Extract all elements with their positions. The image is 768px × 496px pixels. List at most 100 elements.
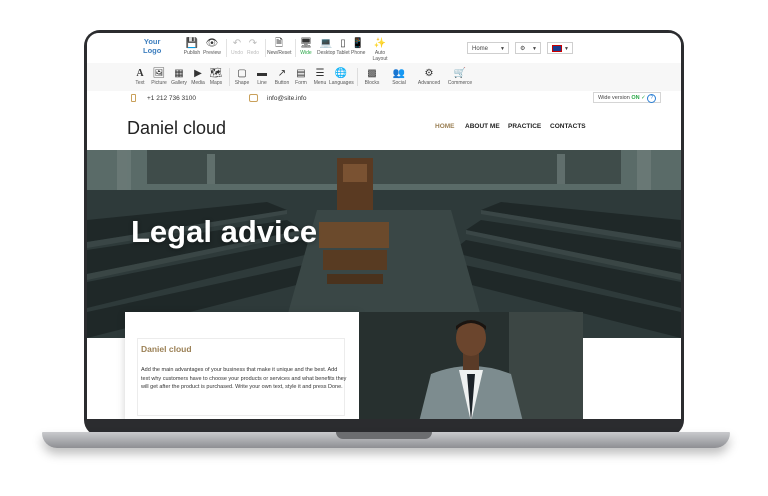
wide-view-button[interactable]: 🖥 Wide — [299, 38, 313, 56]
tool-label: Shape — [234, 80, 250, 86]
nav-practice[interactable]: PRACTICE — [508, 123, 541, 130]
divider — [226, 39, 227, 57]
sitemap-icon: ☰ — [315, 68, 325, 79]
tool-label: Form — [295, 80, 307, 86]
desktop-view-button[interactable]: 💻 Desktop — [317, 38, 335, 56]
chevron-down-icon: ▼ — [564, 46, 569, 52]
chevron-down-icon: ▼ — [532, 46, 537, 52]
divider — [295, 39, 296, 57]
eye-icon: 👁 — [205, 38, 219, 49]
language-dropdown[interactable]: ▼ — [547, 42, 573, 54]
undo-label: Undo — [231, 50, 243, 56]
tool-label: Text — [135, 80, 145, 86]
editor-logo[interactable]: Your Logo — [143, 37, 161, 55]
check-icon: ✓ — [641, 95, 646, 101]
site-phone[interactable]: +1 212 736 3100 — [147, 95, 196, 103]
wide-version-label: Wide version — [598, 95, 630, 101]
tool-label: Button — [274, 80, 290, 86]
nav-about-me[interactable]: ABOUT ME — [465, 123, 500, 130]
tool-social[interactable]: 👥 Social — [389, 68, 409, 86]
new-reset-button[interactable]: 🗎 New/Reset — [267, 38, 291, 56]
tool-label: Menu — [313, 80, 327, 86]
man-in-suit-image — [359, 312, 583, 419]
page-select[interactable]: Home ▼ — [467, 42, 509, 54]
divider — [357, 68, 358, 86]
tablet-icon: ▯ — [340, 38, 346, 49]
redo-label: Redo — [247, 50, 259, 56]
envelope-icon — [249, 94, 258, 102]
tool-maps[interactable]: 🗺 Maps — [207, 68, 225, 86]
blocks-icon: ▩ — [367, 68, 377, 79]
tool-label: Advanced — [417, 80, 441, 86]
logo-line-1: Your — [143, 37, 161, 46]
gallery-icon: ▦ — [174, 68, 184, 79]
phone-label: Phone — [351, 50, 366, 56]
hero-banner: Legal advice — [87, 150, 681, 338]
tool-shape[interactable]: ▢ Shape — [233, 68, 251, 86]
wide-label: Wide — [300, 50, 312, 56]
people-icon: 👥 — [392, 68, 406, 79]
card-title[interactable]: Daniel cloud — [141, 344, 192, 354]
tool-label: Gallery — [171, 80, 187, 86]
phone-view-button[interactable]: 📱 Phone — [351, 38, 365, 56]
square-icon: ▢ — [237, 68, 247, 79]
nav-home[interactable]: HOME — [435, 123, 455, 130]
preview-button[interactable]: 👁 Preview — [202, 38, 222, 56]
publish-label: Publish — [183, 50, 201, 56]
cart-icon: 🛒 — [453, 68, 467, 79]
undo-button[interactable]: ↶ Undo — [229, 38, 245, 56]
button-icon: ↗ — [277, 68, 287, 79]
text-icon: A — [136, 68, 144, 79]
tool-label: Line — [257, 80, 267, 86]
form-icon: ▤ — [296, 68, 306, 79]
auto-layout-label: Auto Layout — [372, 50, 388, 62]
tool-menu[interactable]: ☰ Menu — [311, 68, 329, 86]
new-page-icon: 🗎 — [274, 38, 284, 49]
publish-button[interactable]: 💾 Publish — [182, 38, 202, 56]
site-header: Daniel cloud HOME ABOUT ME PRACTICE CONT… — [87, 107, 681, 150]
tool-form[interactable]: ▤ Form — [292, 68, 310, 86]
tool-line[interactable]: ▬ Line — [253, 68, 271, 86]
auto-layout-button[interactable]: ✨ Auto Layout — [367, 38, 393, 62]
laptop-notch — [336, 432, 432, 439]
site-brand[interactable]: Daniel cloud — [127, 117, 226, 139]
tablet-view-button[interactable]: ▯ Tablet — [336, 38, 350, 56]
undo-icon: ↶ — [232, 38, 242, 49]
tool-button[interactable]: ↗ Button — [273, 68, 291, 86]
tool-text[interactable]: A Text — [131, 68, 149, 86]
tool-label: Blocks — [364, 80, 380, 86]
tool-blocks[interactable]: ▩ Blocks — [361, 68, 383, 86]
elements-toolbar: A Text 🖼 Picture ▦ Gallery ▶ Media 🗺 Maps ▢ Sh… — [87, 63, 681, 92]
magic-wand-icon: ✨ — [373, 38, 387, 49]
tool-label: Commerce — [447, 80, 473, 86]
intro-card: Daniel cloud Add the main advantages of … — [125, 312, 359, 419]
divider — [265, 39, 266, 57]
hero-title[interactable]: Legal advice — [131, 214, 317, 250]
tool-label: Social — [392, 80, 406, 86]
card-text[interactable]: Add the main advantages of your business… — [141, 366, 347, 392]
mobile-phone-icon — [131, 94, 136, 102]
picture-icon: 🖼 — [152, 68, 166, 79]
monitor-wide-icon: 🖥 — [299, 38, 313, 49]
tablet-label: Tablet — [336, 50, 350, 56]
tool-label: Languages — [329, 80, 354, 86]
tool-languages[interactable]: 🌐 Languages — [329, 68, 354, 86]
site-topbar: +1 212 736 3100 info@site.info Wide vers… — [87, 91, 681, 107]
map-icon: 🗺 — [209, 68, 223, 79]
site-email[interactable]: info@site.info — [267, 95, 306, 103]
logo-line-2: Logo — [143, 46, 162, 55]
tool-advanced[interactable]: ⚙ Advanced — [417, 68, 441, 86]
lawyer-photo — [359, 312, 583, 419]
divider — [229, 68, 230, 86]
redo-button[interactable]: ↷ Redo — [245, 38, 261, 56]
wide-version-toggle[interactable]: Wide version ON ✓ ? — [593, 92, 661, 103]
settings-dropdown[interactable]: ⚙ ▼ — [515, 42, 541, 54]
tool-gallery[interactable]: ▦ Gallery — [169, 68, 189, 86]
laptop-screen: Your Logo 💾 Publish 👁 Preview ↶ Undo ↷ R… — [87, 33, 681, 419]
tool-commerce[interactable]: 🛒 Commerce — [447, 68, 473, 86]
tool-picture[interactable]: 🖼 Picture — [149, 68, 169, 86]
nav-contacts[interactable]: CONTACTS — [550, 123, 586, 130]
tool-label: Maps — [209, 80, 223, 86]
tool-media[interactable]: ▶ Media — [189, 68, 207, 86]
uk-flag-icon — [552, 44, 562, 52]
